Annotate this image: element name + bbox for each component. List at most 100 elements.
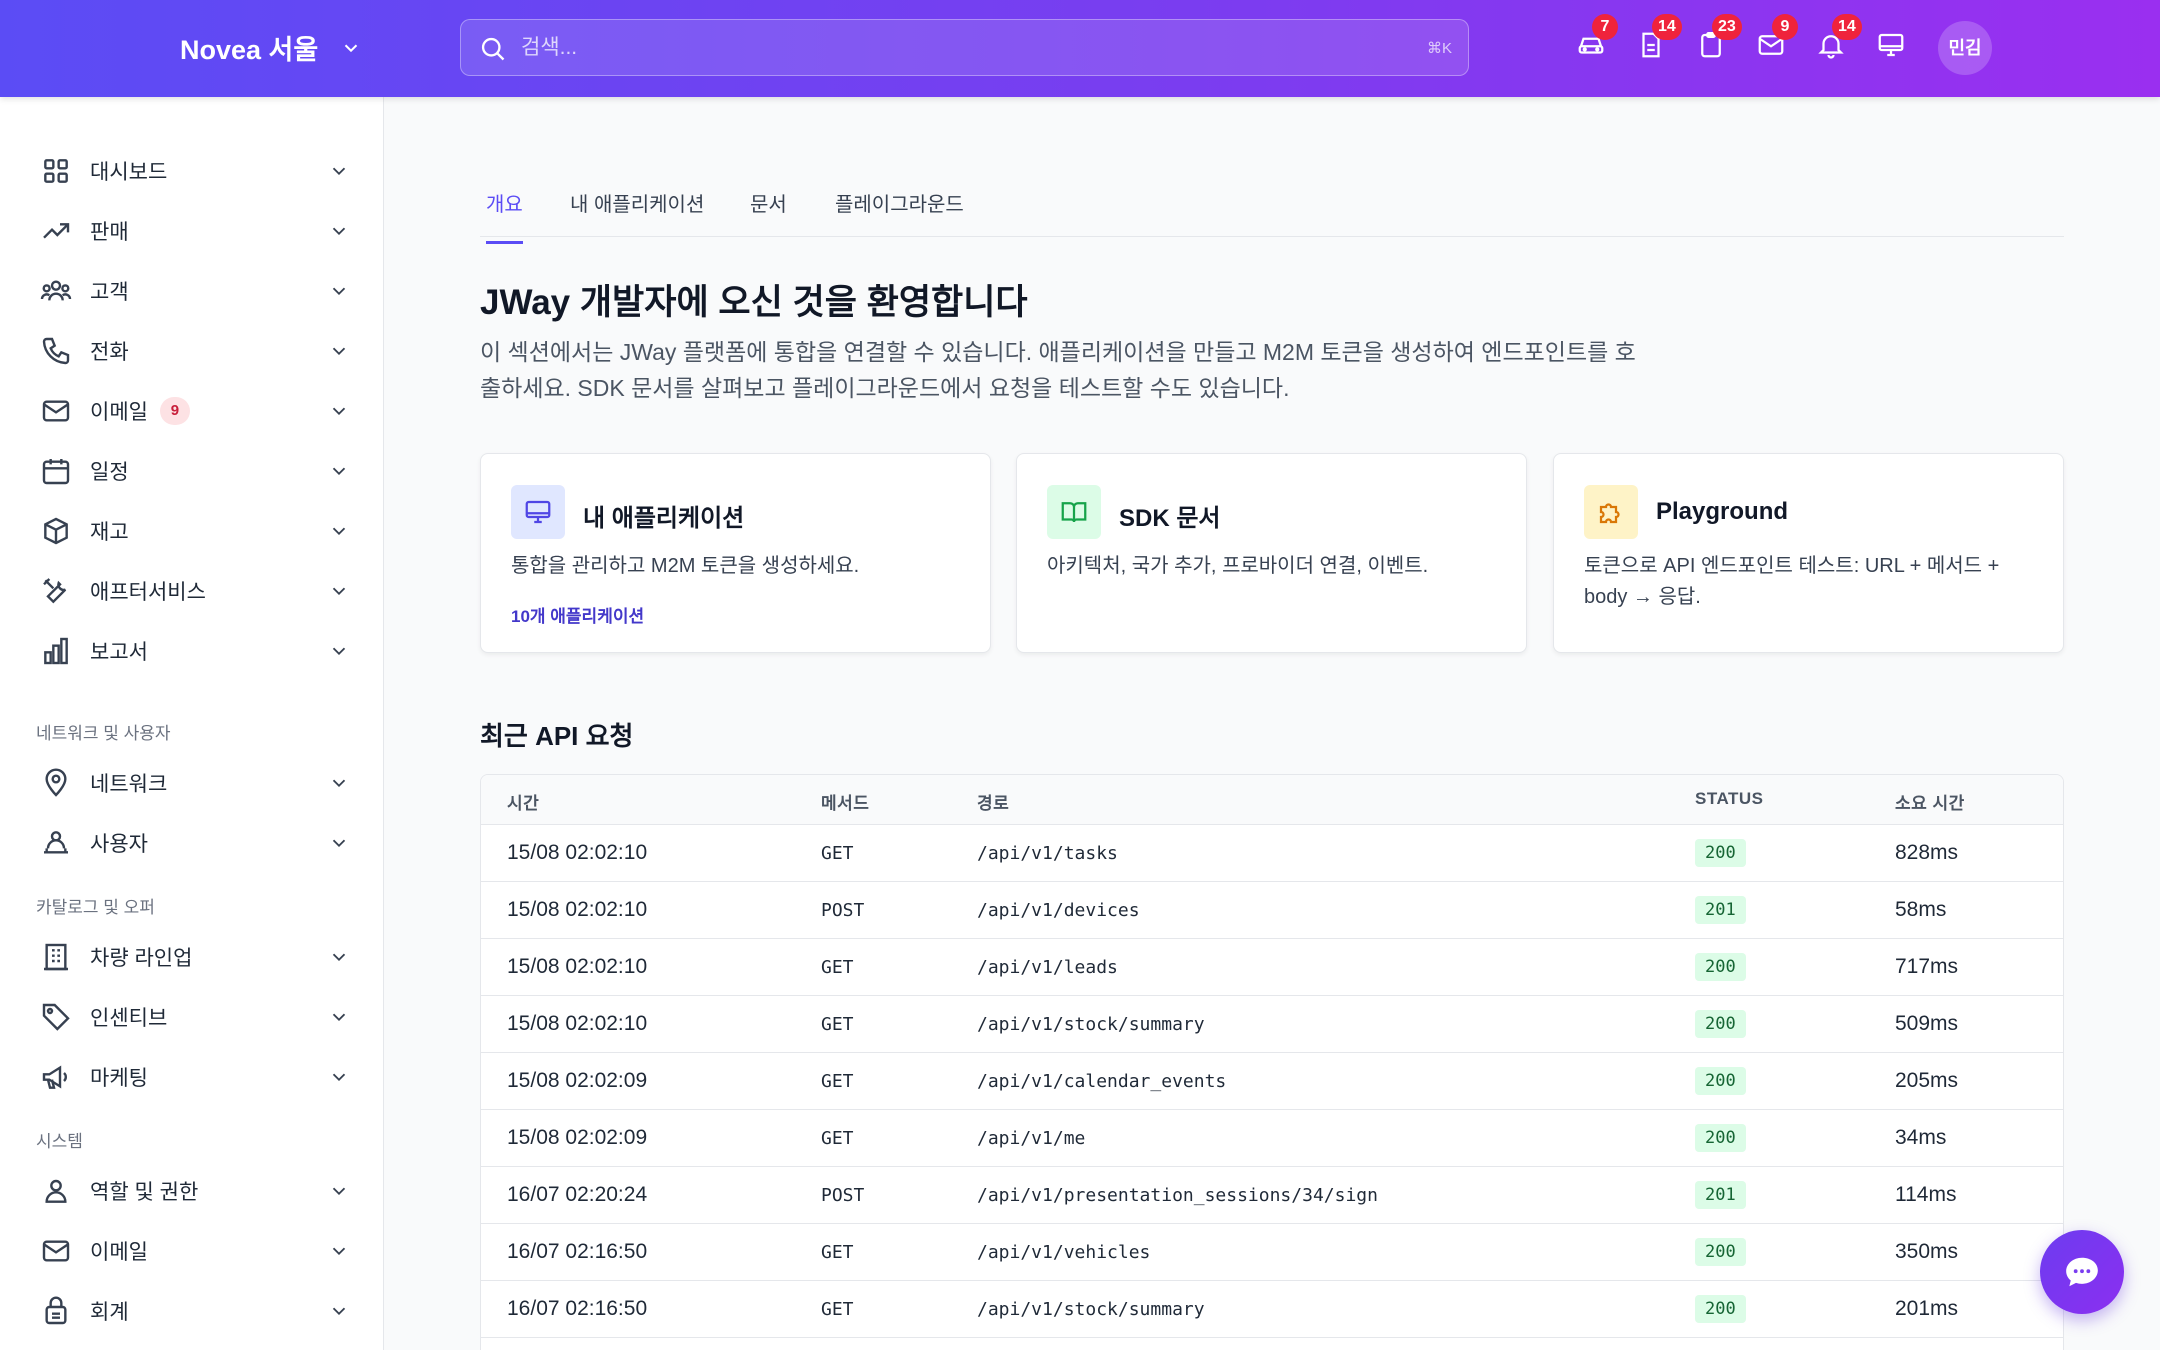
sidebar-item-customers[interactable]: 고객	[40, 269, 350, 313]
sidebar-item-vehicle-lineup[interactable]: 차량 라인업	[40, 935, 350, 979]
chevron-down-icon	[345, 44, 358, 52]
search-input[interactable]	[521, 32, 1381, 64]
sidebar: 대시보드 판매 고객 전화 이메일 9 일정 재고 애프터서비스 보고서 네트워…	[0, 97, 384, 1350]
monitor-button[interactable]	[1876, 30, 1910, 64]
trending-up-icon	[43, 223, 70, 239]
sidebar-item-system-email[interactable]: 이메일	[40, 1229, 350, 1273]
sidebar-item-label: 애프터서비스	[90, 581, 206, 604]
sidebar-item-label: 인센티브	[90, 1007, 168, 1030]
map-pin-icon	[45, 768, 67, 797]
mail-button[interactable]: 9	[1756, 14, 1798, 64]
cell-method: GET	[821, 1014, 854, 1035]
notification-badge: 23	[1712, 14, 1742, 40]
cell-method: GET	[821, 1299, 854, 1320]
sidebar-item-roles[interactable]: 역할 및 권한	[40, 1169, 350, 1213]
sidebar-item-users[interactable]: 사용자	[40, 821, 350, 865]
table-row[interactable]: 16/07 02:20:24 POST /api/v1/presentation…	[481, 1166, 2063, 1223]
status-badge: 200	[1695, 1067, 1746, 1095]
table-header: 시간 메서드 경로 STATUS 소요 시간	[481, 775, 2063, 824]
tab-docs[interactable]: 문서	[750, 188, 787, 241]
notifications-button[interactable]: 14	[1816, 14, 1862, 64]
cell-duration: 34ms	[1895, 1126, 1947, 1149]
column-header-status: STATUS	[1695, 789, 1764, 808]
monitor-icon	[1878, 33, 1904, 57]
table-row[interactable]: 16/07 02:16:50 GET /api/v1/stock/summary…	[481, 1280, 2063, 1337]
cell-method: POST	[821, 900, 865, 921]
table-row[interactable]: 15/08 02:02:10 POST /api/v1/devices 201 …	[481, 881, 2063, 938]
search-icon	[481, 37, 505, 61]
applications-count-link[interactable]: 10개 애플리케이션	[511, 602, 644, 627]
org-switcher[interactable]: Novea 서울	[180, 28, 362, 67]
sidebar-item-label: 고객	[90, 281, 129, 304]
table-row[interactable]: 15/08 02:02:10 GET /api/v1/stock/summary…	[481, 995, 2063, 1052]
sidebar-item-label: 사용자	[90, 833, 148, 856]
card-description: 통합을 관리하고 M2M 토큰을 생성하세요.	[511, 555, 860, 577]
sidebar-item-dashboard[interactable]: 대시보드	[40, 149, 350, 193]
chevron-down-icon	[332, 227, 346, 236]
sidebar-item-phone[interactable]: 전화	[40, 329, 350, 373]
cell-path: /api/v1/leads	[977, 957, 1118, 978]
cell-time: 16/07 02:16:50	[507, 1240, 648, 1263]
tools-icon	[43, 578, 67, 604]
sidebar-item-inventory[interactable]: 재고	[40, 509, 350, 553]
chevron-down-icon	[332, 839, 346, 848]
cell-path: /api/v1/vehicles	[977, 1242, 1151, 1263]
tab-my-applications[interactable]: 내 애플리케이션	[570, 188, 704, 241]
cell-path: /api/v1/presentation_sessions/34/sign	[977, 1185, 1378, 1206]
tag-icon	[42, 1003, 70, 1031]
cell-time: 16/07 02:16:50	[507, 1297, 648, 1320]
car-button[interactable]: 7	[1576, 14, 1618, 64]
lock-bag-icon	[45, 1296, 67, 1325]
section-title-network: 네트워크 및 사용자	[36, 724, 171, 743]
table-row[interactable]: 15/08 02:02:10 GET /api/v1/leads 200 717…	[481, 938, 2063, 995]
chevron-down-icon	[332, 1073, 346, 1082]
tab-playground[interactable]: 플레이그라운드	[835, 188, 964, 241]
clipboard-button[interactable]: 23	[1696, 14, 1742, 64]
sidebar-item-email[interactable]: 이메일 9	[40, 389, 350, 433]
page-title: JWay 개발자에 오신 것을 환영합니다	[480, 283, 1028, 322]
table-row[interactable]: 16/07 02:16:50 GET /api/v1/vehicles 200 …	[481, 1223, 2063, 1280]
sidebar-item-accounting[interactable]: 회계	[40, 1289, 350, 1333]
table-row[interactable]: 15/08 02:02:09 GET /api/v1/calendar_even…	[481, 1052, 2063, 1109]
sidebar-item-label: 전화	[90, 341, 129, 364]
cell-time: 15/08 02:02:09	[507, 1126, 648, 1149]
user-network-icon	[44, 831, 68, 854]
card-sdk-docs[interactable]: SDK 문서 아키텍처, 국가 추가, 프로바이더 연결, 이벤트.	[1016, 453, 1527, 653]
sidebar-item-schedule[interactable]: 일정	[40, 449, 350, 493]
cell-path: /api/v1/stock/summary	[977, 1014, 1205, 1035]
table-row[interactable]: 15/08 02:02:10 GET /api/v1/tasks 200 828…	[481, 824, 2063, 881]
puzzle-icon	[1599, 503, 1620, 524]
chevron-down-icon	[332, 779, 346, 788]
card-my-applications[interactable]: 내 애플리케이션 통합을 관리하고 M2M 토큰을 생성하세요. 10개 애플리…	[480, 453, 991, 653]
sidebar-item-sales[interactable]: 판매	[40, 209, 350, 253]
cell-path: /api/v1/stock/summary	[977, 1299, 1205, 1320]
sidebar-item-network[interactable]: 네트워크	[40, 761, 350, 805]
avatar[interactable]: 민김	[1938, 21, 1992, 75]
cell-path: /api/v1/devices	[977, 900, 1140, 921]
cell-method: POST	[821, 1185, 865, 1206]
notification-badge: 14	[1652, 14, 1682, 40]
documents-button[interactable]: 14	[1636, 14, 1682, 64]
cell-time: 15/08 02:02:10	[507, 955, 648, 978]
card-description: 아키텍처, 국가 추가, 프로바이더 연결, 이벤트.	[1047, 555, 1429, 577]
sidebar-item-marketing[interactable]: 마케팅	[40, 1055, 350, 1099]
chevron-down-icon	[332, 407, 346, 416]
tab-bar: 개요 내 애플리케이션 문서 플레이그라운드	[480, 170, 2064, 244]
cell-method: GET	[821, 957, 854, 978]
intro-text: 이 섹션에서는 JWay 플랫폼에 통합을 연결할 수 있습니다. 애플리케이션…	[480, 339, 1636, 401]
section-title-system: 시스템	[36, 1132, 83, 1151]
search-bar[interactable]: ⌘K	[460, 19, 1469, 76]
sidebar-item-reports[interactable]: 보고서	[40, 629, 350, 673]
cell-duration: 201ms	[1895, 1297, 1959, 1320]
table-row[interactable]: 15/08 02:02:09 GET /api/v1/me 200 34ms	[481, 1109, 2063, 1166]
sidebar-item-label: 마케팅	[90, 1067, 148, 1090]
notification-badge: 7	[1592, 14, 1618, 40]
status-badge: 200	[1695, 1124, 1746, 1152]
tab-overview[interactable]: 개요	[486, 188, 523, 244]
chat-button[interactable]	[2040, 1230, 2124, 1314]
sidebar-item-incentives[interactable]: 인센티브	[40, 995, 350, 1039]
sidebar-item-after-service[interactable]: 애프터서비스	[40, 569, 350, 613]
card-title: Playground	[1656, 498, 1789, 525]
status-badge: 200	[1695, 1010, 1746, 1038]
card-playground[interactable]: Playground 토큰으로 API 엔드포인트 테스트: URL + 메서드…	[1553, 453, 2064, 653]
